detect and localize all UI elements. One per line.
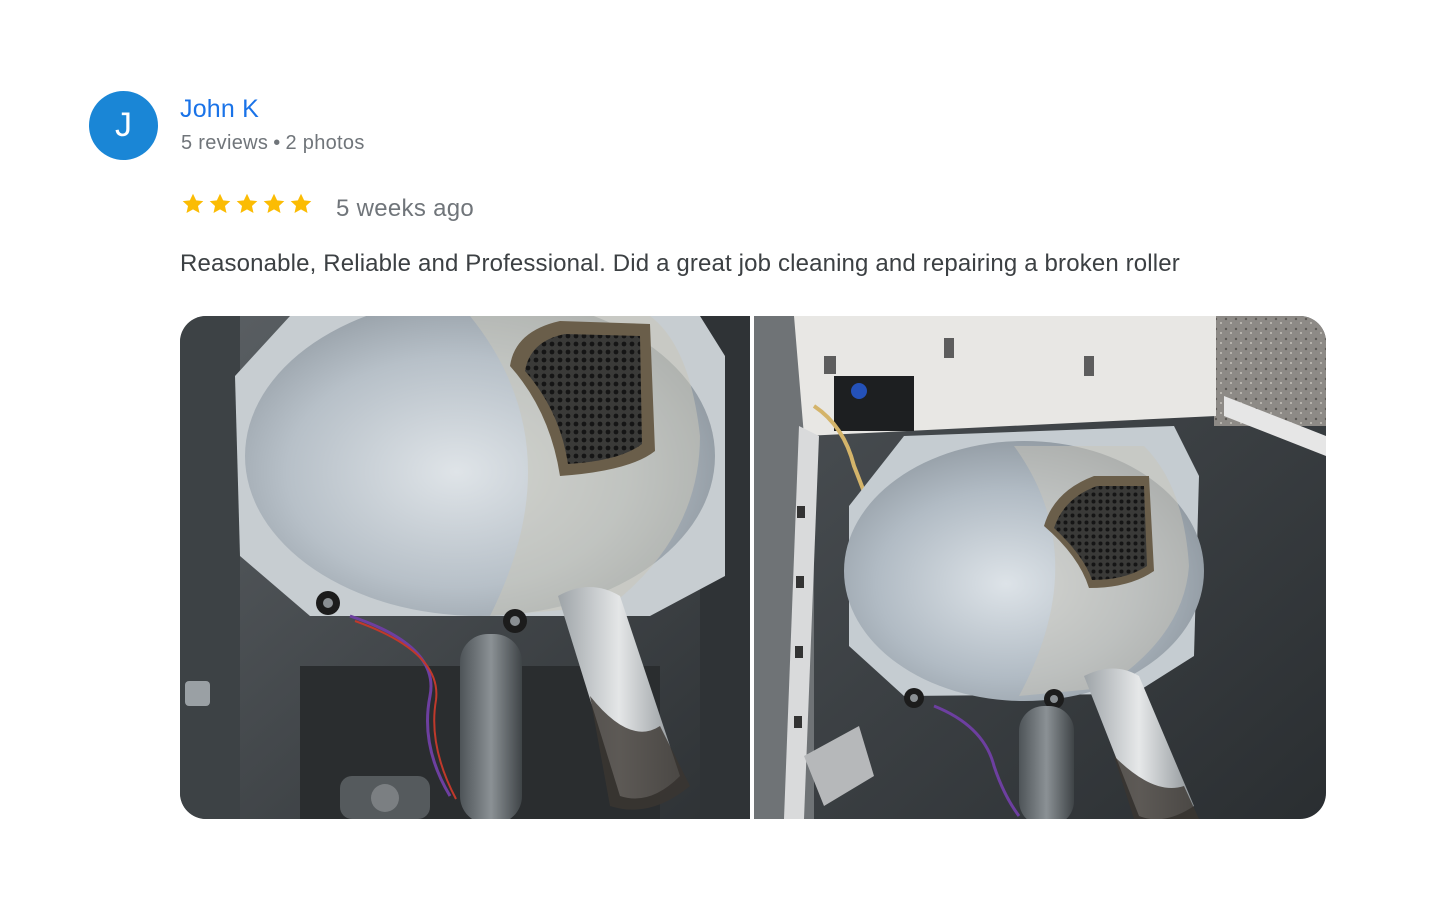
review-photo-1[interactable] bbox=[180, 316, 750, 819]
star-rating bbox=[180, 191, 314, 217]
review-card: J John K 5 reviews • 2 photos 5 weeks ago … bbox=[0, 0, 1444, 905]
reviewer-name[interactable]: John K bbox=[180, 95, 259, 124]
review-count: 5 reviews bbox=[181, 132, 269, 154]
reviewer-meta: 5 reviews • 2 photos bbox=[181, 132, 365, 155]
star-icon bbox=[236, 193, 258, 213]
review-text: Reasonable, Reliable and Professional. D… bbox=[180, 250, 1180, 277]
avatar-initial: J bbox=[115, 106, 132, 144]
avatar[interactable]: J bbox=[89, 91, 158, 160]
review-photo-2[interactable] bbox=[754, 316, 1326, 819]
review-time: 5 weeks ago bbox=[336, 195, 475, 222]
photo-count: 2 photos bbox=[285, 132, 365, 154]
star-icon bbox=[209, 193, 231, 213]
star-icon bbox=[290, 193, 312, 213]
star-icon bbox=[182, 193, 204, 213]
review-photos bbox=[180, 316, 1326, 819]
meta-separator: • bbox=[273, 132, 281, 154]
star-icon bbox=[263, 193, 285, 213]
